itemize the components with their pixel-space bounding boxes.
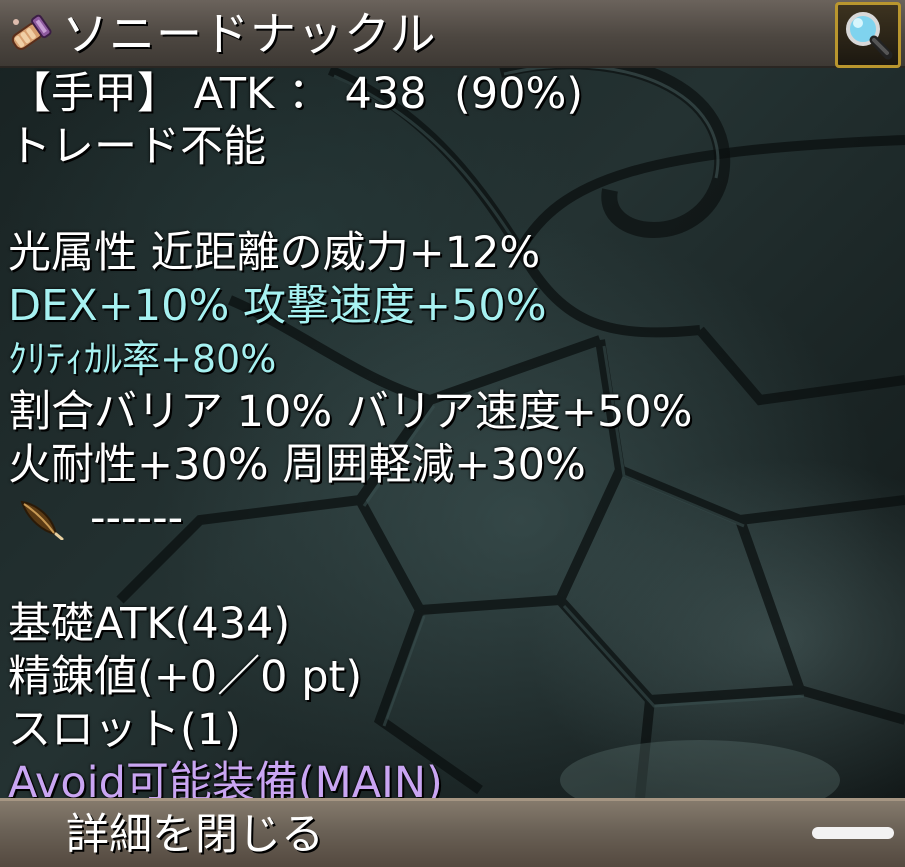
- resist-line: 火耐性+30% 周囲軽減+30%: [8, 440, 586, 490]
- scroll-handle[interactable]: [812, 827, 894, 839]
- barrier-line: 割合バリア 10% バリア速度+50%: [8, 387, 693, 437]
- item-detail-screen: ソニードナックル 【手甲】 ATK ： 438 (90%) トレード不能 光属性…: [0, 0, 905, 867]
- base-atk: 基礎ATK(434): [8, 599, 291, 649]
- separator-row: ------: [8, 492, 898, 545]
- critical-line: ｸﾘﾃｨｶﾙ率+80%: [8, 337, 277, 381]
- element-line: 光属性 近距離の威力+12%: [8, 228, 541, 278]
- zoom-button[interactable]: [835, 2, 901, 68]
- separator-text: ------: [90, 493, 184, 543]
- type-atk-line: 【手甲】 ATK ： 438 (90%): [8, 69, 584, 119]
- trade-status: トレード不能: [8, 122, 266, 172]
- magnifier-icon: [846, 12, 893, 60]
- feather-icon: [18, 498, 64, 541]
- item-stats: 【手甲】 ATK ： 438 (90%) トレード不能 光属性 近距離の威力+1…: [8, 68, 898, 810]
- gauntlet-icon: [6, 12, 52, 58]
- refine-value: 精錬値(+0／0 pt): [8, 652, 363, 702]
- close-details-button[interactable]: 詳細を閉じる: [0, 798, 905, 867]
- slot-count: スロット(1): [8, 705, 241, 755]
- title-bar: ソニードナックル: [0, 0, 905, 68]
- dex-line: DEX+10% 攻撃速度+50%: [8, 281, 547, 331]
- close-details-label: 詳細を閉じる: [66, 810, 324, 860]
- item-name: ソニードナックル: [62, 7, 437, 61]
